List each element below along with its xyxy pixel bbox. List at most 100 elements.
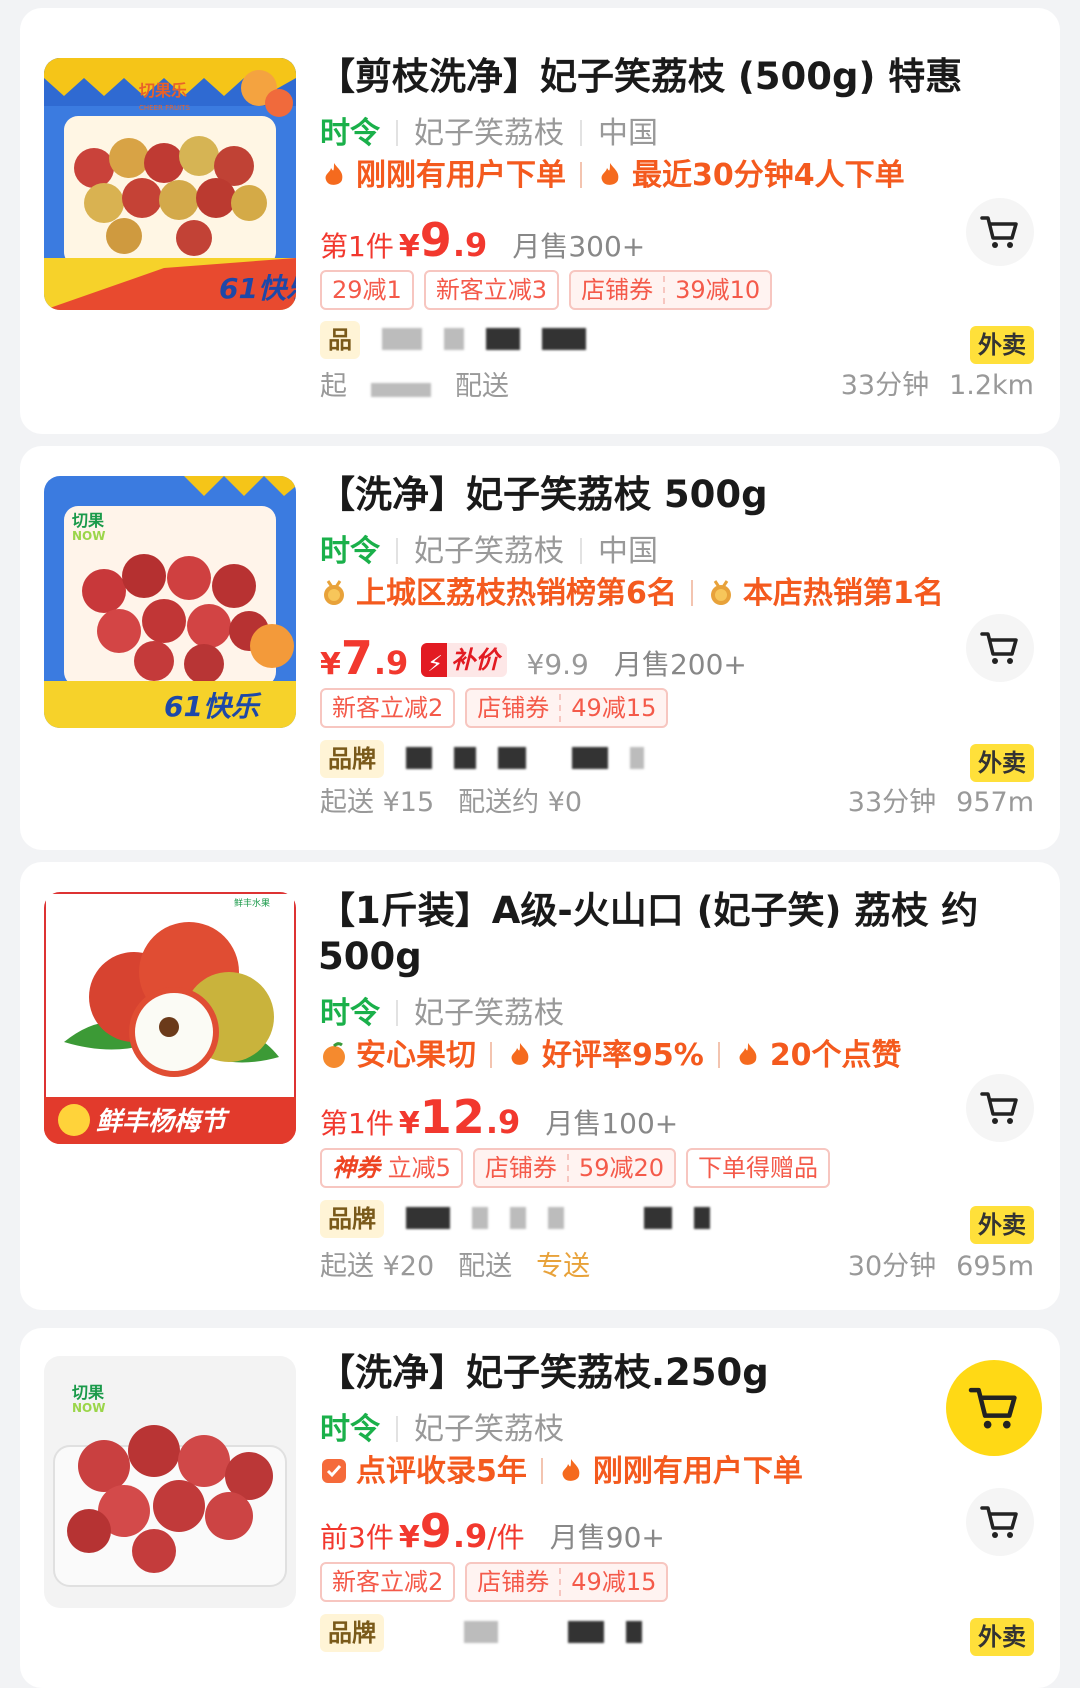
product-image[interactable]: 鲜丰水果 鲜丰杨梅节 [44,892,296,1144]
currency: ¥ [320,647,341,682]
flame-icon [511,1043,529,1065]
product-title[interactable]: 【洗净】妃子笑荔枝.250g [318,1350,1018,1396]
min-order: 起送 ¥20 [320,1251,435,1282]
coupon[interactable]: 新客立减3 [423,270,560,310]
flame-icon [562,1459,580,1481]
delivery-info: 起送 ¥15 配送约 ¥0 [320,780,582,819]
shop-coupon[interactable]: 店铺券 39减10 [569,270,773,310]
category-label: 妃子笑荔枝 [414,116,564,151]
cart-icon [980,216,1018,248]
delivery-tag: 外卖 [970,1206,1034,1244]
product-list: 61快乐 切果乐 CHEER FRUITS 【剪枝洗净】妃子笑荔枝 (500g)… [0,0,1080,1688]
price-dec: .9 [485,1103,521,1141]
product-title[interactable]: 【剪枝洗净】妃子笑荔枝 (500g) 特惠 [318,54,1018,100]
category-label: 妃子笑荔枝 [414,1412,564,1447]
price-dec: .9 [452,1517,488,1555]
lightning-icon: ⚡ [427,652,443,677]
price-row: 第1件 ¥9.9 月售300+ [320,213,645,267]
season-tag: 时令 [320,116,380,151]
product-title[interactable]: 【洗净】妃子笑荔枝 500g [318,472,1018,518]
monthly-sales: 月售90+ [549,1521,665,1554]
flame-icon [739,1043,757,1065]
brand-row: 品牌 [320,1614,642,1652]
product-meta: 时令 妃子笑荔枝 [320,1404,564,1448]
add-to-cart-button-primary[interactable] [946,1360,1042,1456]
gift-coupon[interactable]: 下单得赠品 [686,1148,830,1188]
tag-text: 20个点赞 [769,1038,902,1073]
price-dec: .9 [373,644,409,682]
add-to-cart-button[interactable] [966,1488,1034,1556]
origin-label: 中国 [598,534,658,569]
subsidy-badge: ⚡ 补价 [421,643,508,677]
delivery-tag: 外卖 [970,1618,1034,1656]
god-coupon[interactable]: 神券 立减5 [320,1148,463,1188]
tag-text: 最近30分钟4人下单 [632,158,905,193]
brand-badge: 品牌 [320,740,384,778]
delivery-fee: 配送 [458,1251,513,1282]
product-card[interactable]: 61快乐 切果乐 CHEER FRUITS 【剪枝洗净】妃子笑荔枝 (500g)… [20,8,1060,434]
season-tag: 时令 [320,1412,380,1447]
shop-coupon[interactable]: 店铺券 49减15 [465,688,669,728]
eta-distance: 30分钟 695m [848,1244,1034,1283]
product-card[interactable]: 切果 NOW 61快乐 【洗净】妃子笑荔枝 500g 时令 妃子笑荔枝 中国 上城区… [20,446,1060,850]
tag-text: 好评率95% [542,1038,704,1073]
tag-text: 点评收录5年 [356,1454,527,1489]
delivery-fee: 配送 [455,371,509,402]
product-title[interactable]: 【1斤装】A级-火山口 (妃子笑) 荔枝 约500g [318,888,1018,980]
product-card[interactable]: 鲜丰水果 鲜丰杨梅节 【1斤装】A级-火山口 (妃子笑) 荔枝 约500g 时令… [20,862,1060,1310]
brand-badge: 品牌 [320,1614,384,1652]
thumb-banner: 61快乐 [219,272,296,305]
product-card[interactable]: 切果 NOW 【洗净】妃子笑荔枝.250g 时令 妃子笑荔枝 点评收录5年 刚刚有用… [20,1328,1060,1688]
season-tag: 时令 [320,996,380,1031]
coupon[interactable]: 新客立减2 [320,688,456,728]
product-image[interactable]: 切果 NOW [44,1356,296,1608]
thumb-corner-logo: 鲜丰水果 [234,897,270,909]
product-image[interactable]: 61快乐 切果乐 CHEER FRUITS [44,58,296,310]
product-image[interactable]: 切果 NOW 61快乐 [44,476,296,728]
cart-icon [980,632,1018,664]
price-row: ¥7.9 ⚡ 补价 ¥9.9 月售200+ [320,631,747,685]
price-int: 9 [419,1504,453,1558]
coupon-row: 新客立减2 店铺券 49减15 [320,1562,678,1602]
add-to-cart-button[interactable] [966,198,1034,266]
monthly-sales: 月售300+ [512,230,646,263]
delivery-tag: 外卖 [970,744,1034,782]
category-label: 妃子笑荔枝 [414,534,564,569]
thumb-banner: 鲜丰杨梅节 [96,1107,230,1137]
currency: ¥ [398,1106,420,1141]
tag-text: 本店热销第1名 [742,576,944,611]
thumb-brand-sub: CHEER FRUITS [139,104,190,112]
min-order: 起送 ¥15 [320,787,435,818]
price-dec: .9 [452,226,488,264]
thumb-brand-sub: NOW [72,529,105,543]
currency: ¥ [398,1520,420,1555]
coupon[interactable]: 新客立减2 [320,1562,456,1602]
currency: ¥ [398,229,420,264]
price-prefix: 前3件 [320,1521,394,1554]
add-to-cart-button[interactable] [966,614,1034,682]
category-label: 妃子笑荔枝 [414,996,564,1031]
shop-coupon[interactable]: 店铺券 49减15 [465,1562,669,1602]
social-tags: 安心果切 好评率95% 20个点赞 [320,1030,902,1074]
add-to-cart-button[interactable] [966,1074,1034,1142]
rank-tags: 上城区荔枝热销榜第6名 本店热销第1名 [320,568,944,612]
thumb-banner: 61快乐 [164,690,262,723]
social-tags: 刚刚有用户下单 最近30分钟4人下单 [320,150,905,194]
price-int: 12 [419,1090,486,1144]
shop-coupon[interactable]: 店铺券 59减20 [472,1148,676,1188]
price-row: 第1件 ¥12.9 月售100+ [320,1090,678,1144]
brand-row: 品 [320,321,586,359]
flame-icon [325,163,343,185]
flame-icon [601,163,619,185]
brand-row: 品牌 [320,740,644,778]
review-icon [322,1459,346,1483]
min-order: 起 [320,371,347,402]
coupon[interactable]: 29减1 [320,270,414,310]
social-tags: 点评收录5年 刚刚有用户下单 [320,1446,803,1490]
delivery-info: 起送 ¥20 配送 专送 [320,1244,590,1283]
eta: 33分钟 [840,370,930,401]
origin-label: 中国 [598,116,658,151]
thumb-brand: 切果 [72,511,104,530]
monthly-sales: 月售200+ [613,648,747,681]
monthly-sales: 月售100+ [545,1107,679,1140]
